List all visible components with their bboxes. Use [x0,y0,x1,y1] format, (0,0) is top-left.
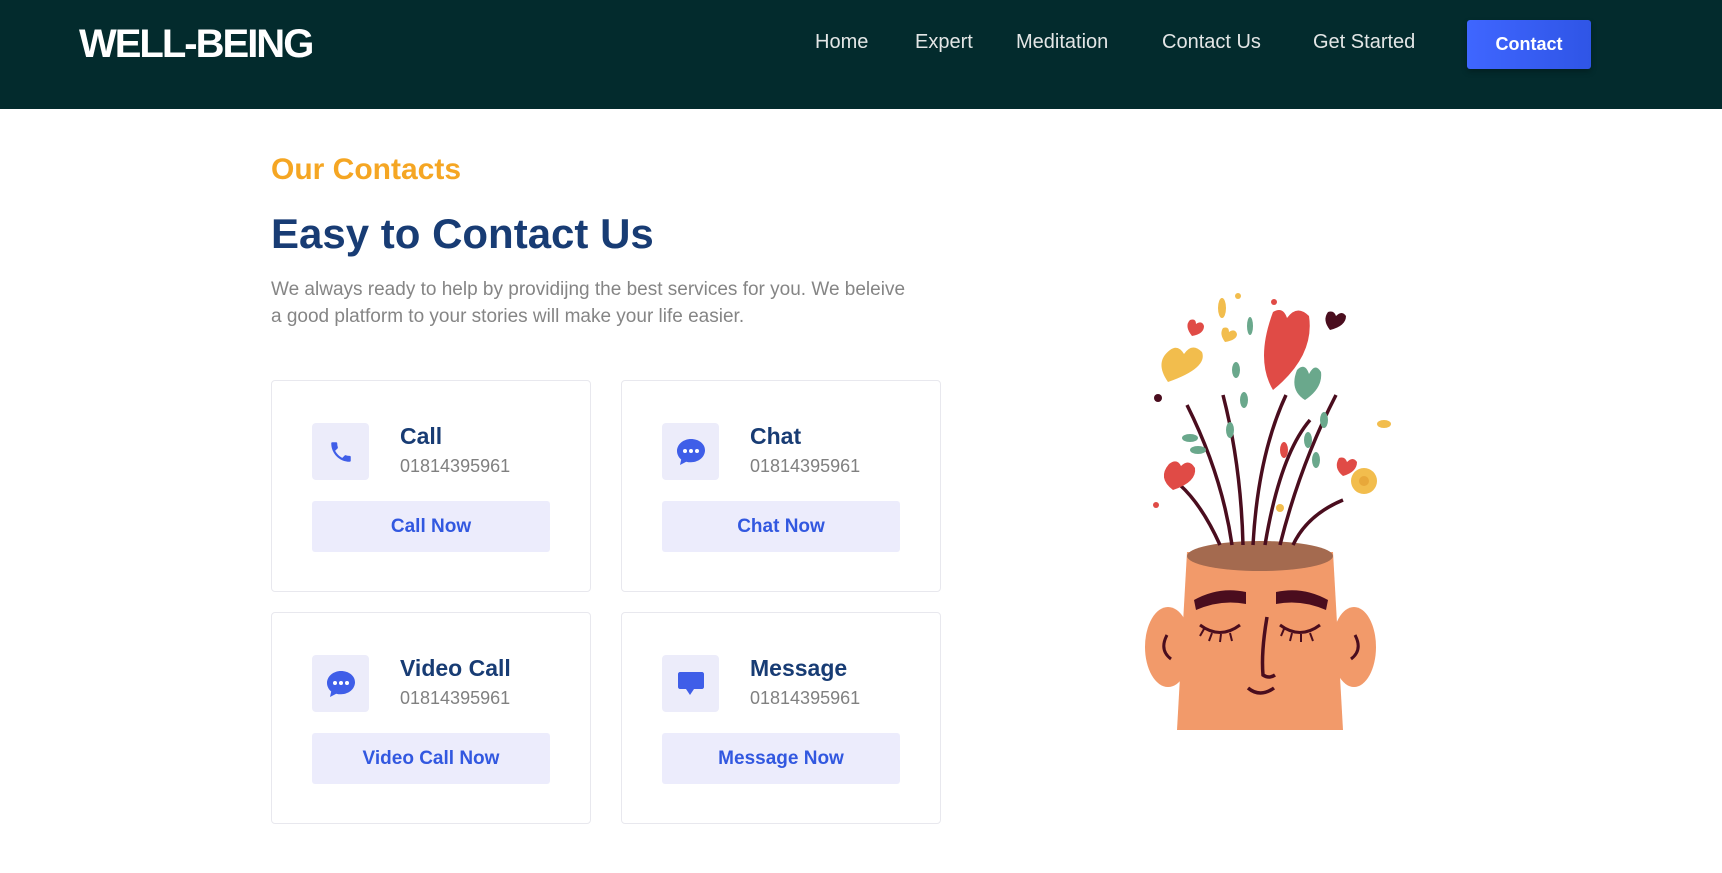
message-icon [662,655,719,712]
nav-contact-us-link[interactable]: Contact Us [1162,31,1261,54]
contact-card-video-call: Video Call 01814395961 Video Call Now [271,612,591,824]
card-phone-number: 01814395961 [750,688,861,708]
contact-card-chat: Chat 01814395961 Chat Now [621,380,941,592]
chat-now-button[interactable]: Chat Now [662,501,900,552]
card-phone-number: 01814395961 [400,456,511,476]
contact-card-call: Call 01814395961 Call Now [271,380,591,592]
page-title: Easy to Contact Us [271,210,654,257]
head-with-flowers-illustration [1145,293,1391,730]
top-navbar: WELL-BEING Home Expert Meditation Contac… [0,0,1722,109]
contact-card-message: Message 01814395961 Message Now [621,612,941,824]
card-phone-number: 01814395961 [400,688,511,708]
phone-icon [312,423,369,480]
card-phone-number: 01814395961 [750,456,861,476]
nav-expert-link[interactable]: Expert [915,31,973,54]
chat-bubble-icon [662,423,719,480]
nav-get-started-link[interactable]: Get Started [1313,31,1415,54]
video-call-now-button[interactable]: Video Call Now [312,733,550,784]
site-logo[interactable]: WELL-BEING [79,22,314,67]
contact-button[interactable]: Contact [1467,20,1591,69]
call-now-button[interactable]: Call Now [312,501,550,552]
nav-meditation-link[interactable]: Meditation [1016,31,1108,54]
card-title: Message [750,655,848,681]
section-eyebrow: Our Contacts [271,153,462,186]
section-description: We always ready to help by providijng th… [271,279,906,327]
chat-bubble-icon [312,655,369,712]
nav-home-link[interactable]: Home [815,31,868,54]
card-title: Call [400,423,443,449]
card-title: Video Call [400,655,511,681]
message-now-button[interactable]: Message Now [662,733,900,784]
card-title: Chat [750,423,802,449]
